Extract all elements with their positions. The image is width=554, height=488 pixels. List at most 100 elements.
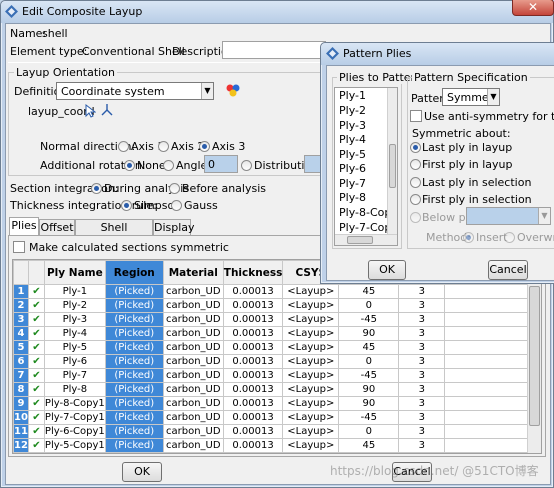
table-row[interactable]: 7 ✔ Ply-7 (Picked) carbon_UD 0.00013 <Layup> -4… xyxy=(13,368,529,383)
ply-name-cell[interactable]: Ply-8 xyxy=(43,382,106,397)
check-icon[interactable]: ✔ xyxy=(28,312,45,327)
before-analysis-radio[interactable] xyxy=(169,183,180,194)
list-item[interactable]: Ply-6 xyxy=(339,162,366,175)
table-row[interactable]: 5 ✔ Ply-5 (Picked) carbon_UD 0.00013 <Layup> 45… xyxy=(13,340,529,355)
tab-display[interactable]: Display xyxy=(153,219,195,236)
rotation-cell[interactable]: -45 xyxy=(338,368,400,383)
ply-name-cell[interactable]: Ply-6-Copy1 xyxy=(43,424,106,439)
check-icon[interactable]: ✔ xyxy=(28,298,45,313)
tab-plies[interactable]: Plies xyxy=(9,217,39,236)
extra-cell[interactable] xyxy=(444,298,529,313)
csys-cell[interactable]: <Layup> xyxy=(282,354,340,369)
region-cell[interactable]: (Picked) xyxy=(104,354,164,369)
rotation-cell[interactable]: 45 xyxy=(338,284,400,299)
thickness-cell[interactable]: 0.00013 xyxy=(222,312,284,327)
integration-points-cell[interactable]: 3 xyxy=(398,410,446,425)
material-cell[interactable]: carbon_UD xyxy=(162,382,224,397)
check-icon[interactable]: ✔ xyxy=(28,410,45,425)
check-icon[interactable]: ✔ xyxy=(28,438,45,453)
rotation-cell[interactable]: 90 xyxy=(338,326,400,341)
header-thickness[interactable]: Thickness xyxy=(222,260,284,285)
header-region[interactable]: Region xyxy=(104,260,164,285)
ply-name-cell[interactable]: Ply-6 xyxy=(43,354,106,369)
last-ply-in-layup-radio[interactable] xyxy=(410,142,421,153)
material-cell[interactable]: carbon_UD xyxy=(162,312,224,327)
material-cell[interactable]: carbon_UD xyxy=(162,340,224,355)
table-row[interactable]: 12 ✔ Ply-5-Copy1 (Picked) carbon_UD 0.00013 <L… xyxy=(13,438,529,453)
list-item[interactable]: Ply-2 xyxy=(339,104,366,117)
integration-points-cell[interactable]: 3 xyxy=(398,312,446,327)
description-input[interactable] xyxy=(222,41,326,59)
table-row[interactable]: 3 ✔ Ply-3 (Picked) carbon_UD 0.00013 <Layup> -4… xyxy=(13,312,529,327)
first-ply-in-selection-radio[interactable] xyxy=(410,194,421,205)
extra-cell[interactable] xyxy=(444,382,529,397)
table-row[interactable]: 6 ✔ Ply-6 (Picked) carbon_UD 0.00013 <Layup> 0 3 xyxy=(13,354,529,369)
material-cell[interactable]: carbon_UD xyxy=(162,396,224,411)
tab-offset[interactable]: Offset xyxy=(39,219,75,236)
pattern-cancel-button[interactable]: Cancel xyxy=(488,260,528,280)
table-row[interactable]: 10 ✔ Ply-7-Copy1 (Picked) carbon_UD 0.00013 <L… xyxy=(13,410,529,425)
check-icon[interactable]: ✔ xyxy=(28,354,45,369)
table-row[interactable]: 9 ✔ Ply-8-Copy1 (Picked) carbon_UD 0.00013 <La… xyxy=(13,396,529,411)
ok-button[interactable]: OK xyxy=(122,462,162,482)
integration-points-cell[interactable]: 3 xyxy=(398,424,446,439)
plies-scrollbar-thumb[interactable] xyxy=(389,144,396,188)
below-ply-radio[interactable] xyxy=(410,212,421,223)
region-cell[interactable]: (Picked) xyxy=(104,312,164,327)
extra-cell[interactable] xyxy=(444,326,529,341)
axis-2-radio[interactable] xyxy=(158,141,169,152)
plies-hscroll-thumb[interactable] xyxy=(347,236,373,244)
csys-cell[interactable]: <Layup> xyxy=(282,368,340,383)
table-row[interactable]: 1 ✔ Ply-1 (Picked) carbon_UD 0.00013 <Layup> 45… xyxy=(13,284,529,299)
list-item[interactable]: Ply-7 xyxy=(339,177,366,190)
rotation-cell[interactable]: 45 xyxy=(338,340,400,355)
check-icon[interactable]: ✔ xyxy=(28,284,45,299)
extra-cell[interactable] xyxy=(444,424,529,439)
csys-cell[interactable]: <Layup> xyxy=(282,410,340,425)
material-cell[interactable]: carbon_UD xyxy=(162,354,224,369)
plies-list[interactable]: Ply-1 Ply-2 Ply-3 Ply-4 Ply-5 Ply-6 Ply-… xyxy=(334,87,398,246)
header-ply-name[interactable]: Ply Name xyxy=(43,260,106,285)
integration-points-cell[interactable]: 3 xyxy=(398,354,446,369)
first-ply-in-layup-radio[interactable] xyxy=(410,159,421,170)
thickness-cell[interactable]: 0.00013 xyxy=(222,340,284,355)
ply-name-cell[interactable]: Ply-3 xyxy=(43,312,106,327)
csys-cell[interactable]: <Layup> xyxy=(282,340,340,355)
material-cell[interactable]: carbon_UD xyxy=(162,410,224,425)
integration-points-cell[interactable]: 3 xyxy=(398,438,446,453)
below-ply-select[interactable]: ▼ xyxy=(466,207,551,225)
check-icon[interactable]: ✔ xyxy=(28,424,45,439)
region-cell[interactable]: (Picked) xyxy=(104,340,164,355)
region-cell[interactable]: (Picked) xyxy=(104,396,164,411)
rotation-distribution-radio[interactable] xyxy=(241,160,252,171)
header-material[interactable]: Material xyxy=(162,260,224,285)
table-row[interactable]: 11 ✔ Ply-6-Copy1 (Picked) carbon_UD 0.00013 <L… xyxy=(13,424,529,439)
thickness-cell[interactable]: 0.00013 xyxy=(222,326,284,341)
integration-points-cell[interactable]: 3 xyxy=(398,396,446,411)
list-item[interactable]: Ply-5 xyxy=(339,148,366,161)
rotation-none-radio[interactable] xyxy=(124,160,135,171)
list-item[interactable]: Ply-8 xyxy=(339,191,366,204)
axis-3-radio[interactable] xyxy=(199,141,210,152)
material-cell[interactable]: carbon_UD xyxy=(162,284,224,299)
region-cell[interactable]: (Picked) xyxy=(104,298,164,313)
check-icon[interactable]: ✔ xyxy=(28,340,45,355)
check-icon[interactable]: ✔ xyxy=(28,326,45,341)
rotation-cell[interactable]: 90 xyxy=(338,396,400,411)
ply-name-cell[interactable]: Ply-5 xyxy=(43,340,106,355)
integration-points-cell[interactable]: 3 xyxy=(398,298,446,313)
csys-cell[interactable]: <Layup> xyxy=(282,424,340,439)
extra-cell[interactable] xyxy=(444,354,529,369)
integration-points-cell[interactable]: 3 xyxy=(398,368,446,383)
material-cell[interactable]: carbon_UD xyxy=(162,424,224,439)
region-cell[interactable]: (Picked) xyxy=(104,438,164,453)
csys-cell[interactable]: <Layup> xyxy=(282,396,340,411)
extra-cell[interactable] xyxy=(444,368,529,383)
extra-cell[interactable] xyxy=(444,340,529,355)
rotation-cell[interactable]: 0 xyxy=(338,298,400,313)
main-titlebar[interactable]: Edit Composite Layup xyxy=(1,1,553,23)
extra-cell[interactable] xyxy=(444,284,529,299)
ply-name-cell[interactable]: Ply-4 xyxy=(43,326,106,341)
plies-list-scrollbar[interactable] xyxy=(387,88,397,234)
extra-cell[interactable] xyxy=(444,396,529,411)
